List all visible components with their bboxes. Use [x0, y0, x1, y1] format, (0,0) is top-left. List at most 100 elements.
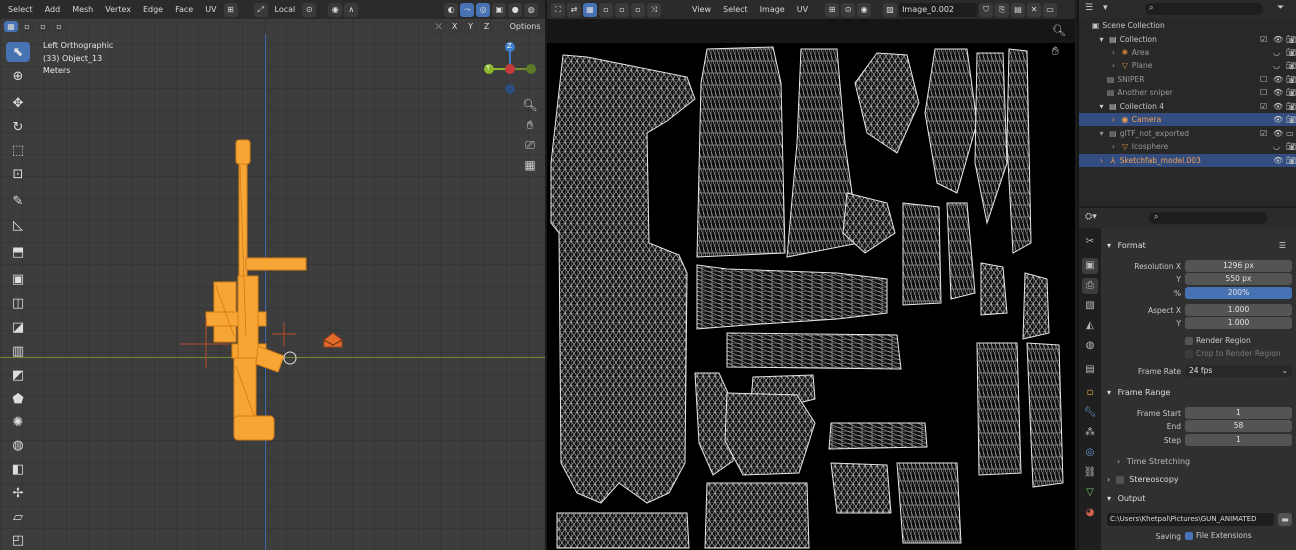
properties-search-input[interactable] — [1149, 212, 1267, 224]
expand-arrow-icon[interactable]: ▾ — [1097, 127, 1106, 140]
uv-vertex-mode-icon[interactable]: ▦ — [583, 2, 597, 17]
poly-build-tool-icon[interactable]: ⬟ — [6, 389, 30, 409]
new-image-icon[interactable]: ⎘ — [995, 2, 1010, 17]
frame-start-field[interactable]: 1 — [1185, 407, 1292, 419]
face-mode-icon[interactable]: ▫ — [52, 21, 66, 32]
render-region-checkbox[interactable]: Render Region — [1185, 336, 1251, 345]
output-panel-header[interactable]: ▾ Output — [1107, 492, 1292, 506]
unlink-image-icon[interactable]: ✕ — [1027, 2, 1042, 17]
render-tab-icon[interactable]: ▣ — [1082, 258, 1098, 274]
frame-rate-dropdown[interactable]: 24 fps ⌄ — [1185, 365, 1292, 377]
uv-island-mode-icon[interactable]: ▫ — [631, 2, 645, 17]
frame-end-field[interactable]: 58 — [1185, 420, 1292, 432]
expand-arrow-icon[interactable]: › — [1109, 46, 1118, 59]
frame-step-field[interactable]: 1 — [1185, 434, 1292, 446]
pan-hand-icon[interactable]: ✋︎ — [521, 118, 539, 136]
properties-type-icon[interactable]: ⛭▾ — [1085, 212, 1097, 222]
outliner-funnel-icon[interactable]: ⏷ — [1277, 3, 1284, 13]
rip-tool-icon[interactable]: ◰ — [6, 530, 30, 550]
shrink-fatten-tool-icon[interactable]: ✢ — [6, 483, 30, 503]
uv-zoom-icon[interactable]: 🔍︎ — [1052, 24, 1066, 37]
expand-arrow-icon[interactable]: ▾ — [1097, 100, 1106, 113]
resolution-x-field[interactable]: 1296 px — [1185, 260, 1292, 272]
uv-menu-image[interactable]: Image — [755, 0, 790, 19]
inset-tool-icon[interactable]: ◫ — [6, 293, 30, 313]
rotate-tool-icon[interactable]: ↻ — [6, 117, 30, 137]
expand-arrow-icon[interactable]: ▾ — [1097, 33, 1106, 46]
expand-arrow-icon[interactable]: › — [1109, 140, 1118, 153]
fake-user-icon[interactable]: ⛉ — [979, 2, 994, 17]
shear-tool-icon[interactable]: ▱ — [6, 507, 30, 527]
uv-menu-uv[interactable]: UV — [792, 0, 813, 19]
uv-layout-canvas[interactable] — [547, 43, 1075, 550]
extrude-tool-icon[interactable]: ▣ — [6, 269, 30, 289]
axis-y-button[interactable]: Y — [463, 19, 478, 34]
outliner-display-mode-icon[interactable]: ☰ — [1085, 3, 1093, 13]
material-tab-icon[interactable]: ◕ — [1082, 505, 1098, 521]
vertex-mode-icon[interactable]: ▫ — [20, 21, 34, 32]
zoom-icon[interactable]: 🔍︎ — [521, 98, 539, 116]
uv-sync-icon[interactable]: ⇄ — [567, 2, 581, 17]
select-mode-icon[interactable]: ▦ — [4, 21, 18, 32]
proportional-edit-icon[interactable]: ◉ — [328, 2, 343, 17]
scale-tool-icon[interactable]: ⬚ — [6, 140, 30, 160]
menu-edge[interactable]: Edge — [138, 0, 168, 19]
presets-icon[interactable]: ☰ — [1279, 239, 1286, 253]
menu-add[interactable]: Add — [40, 0, 66, 19]
menu-mesh[interactable]: Mesh — [67, 0, 98, 19]
uv-menu-view[interactable]: View — [687, 0, 716, 19]
folder-icon[interactable]: ▬ — [1278, 513, 1292, 526]
resolution-y-field[interactable]: 550 px — [1185, 273, 1292, 285]
snap-icon[interactable]: ⊙ — [302, 2, 317, 17]
gizmo-toggle-icon[interactable]: ⤳ — [460, 2, 475, 17]
uv-pivot-icon[interactable]: ⊞ — [825, 2, 840, 17]
uv-display-icon[interactable]: ▭ — [1043, 2, 1058, 17]
xray-icon[interactable]: ▣ — [492, 2, 507, 17]
constraints-tab-icon[interactable]: ⛓ — [1082, 465, 1098, 481]
aspect-x-field[interactable]: 1.000 — [1185, 304, 1292, 316]
outliner-search-input[interactable] — [1145, 3, 1263, 15]
uv-face-mode-icon[interactable]: ▫ — [615, 2, 629, 17]
aspect-y-field[interactable]: 1.000 — [1185, 317, 1292, 329]
transform-orientation-icon[interactable]: ⤢ — [253, 2, 268, 17]
camera-view-icon[interactable]: ⎚ — [521, 138, 539, 156]
particles-tab-icon[interactable]: ⁂ — [1082, 425, 1098, 441]
sticky-select-icon[interactable]: ⤨ — [647, 2, 661, 17]
move-tool-icon[interactable]: ✥ — [6, 93, 30, 113]
bevel-tool-icon[interactable]: ◪ — [6, 317, 30, 337]
scene-tab-icon[interactable]: ◭ — [1082, 318, 1098, 334]
crop-region-checkbox[interactable]: Crop to Render Region — [1185, 349, 1281, 358]
transform-orientation-dropdown[interactable]: Local — [270, 0, 301, 19]
menu-vertex[interactable]: Vertex — [100, 0, 136, 19]
object-tab-icon[interactable]: ▫ — [1082, 385, 1098, 401]
output-tab-icon[interactable]: ⎙ — [1082, 278, 1098, 294]
visibility-icon[interactable]: ◐ — [444, 2, 459, 17]
add-cube-tool-icon[interactable]: ⬒ — [6, 242, 30, 262]
data-tab-icon[interactable]: ▽ — [1082, 485, 1098, 501]
menu-face[interactable]: Face — [170, 0, 198, 19]
editor-type-icon[interactable]: ⛶ — [551, 2, 565, 17]
pivot-icon[interactable]: ⊞ — [223, 2, 238, 17]
uv-proportional-icon[interactable]: ◉ — [857, 2, 872, 17]
knife-tool-icon[interactable]: ◩ — [6, 365, 30, 385]
shading-material-icon[interactable]: ◍ — [524, 2, 539, 17]
menu-select[interactable]: Select — [3, 0, 38, 19]
mirror-icon[interactable]: ⤬ — [431, 19, 446, 34]
annotate-tool-icon[interactable]: ✎ — [6, 191, 30, 211]
resolution-percent-slider[interactable]: 200% — [1185, 287, 1292, 299]
3d-viewport[interactable]: Select Add Mesh Vertex Edge Face UV ⊞ ⤢ … — [0, 0, 545, 550]
menu-uv[interactable]: UV — [200, 0, 221, 19]
axis-z-button[interactable]: Z — [479, 19, 494, 34]
uv-snap-icon[interactable]: ⊙ — [841, 2, 856, 17]
overlay-toggle-icon[interactable]: ◎ — [476, 2, 491, 17]
physics-tab-icon[interactable]: ◎ — [1082, 445, 1098, 461]
format-panel-header[interactable]: ▾ Format ☰ — [1107, 239, 1292, 253]
expand-arrow-icon[interactable]: › — [1109, 113, 1118, 126]
expand-arrow-icon[interactable]: › — [1097, 154, 1106, 167]
tool-tab-icon[interactable]: ✂ — [1082, 234, 1098, 250]
stereoscopy-panel-header[interactable]: › Stereoscopy — [1107, 473, 1292, 487]
frame-range-panel-header[interactable]: ▾ Frame Range — [1107, 386, 1292, 400]
outliner-visibility-columns[interactable]: ☑ 👁︎ 📷︎ ◡ 📷︎ ◡ 📷︎ ☐ 👁︎ 📷︎ ☐ 👁︎ 📷︎ ☑ 👁︎ 📷︎ 👁︎ 📷︎ ☑ 👁︎… — [1257, 33, 1296, 168]
time-stretching-subpanel[interactable]: › Time Stretching — [1117, 455, 1296, 469]
options-button[interactable]: Options — [503, 19, 545, 34]
